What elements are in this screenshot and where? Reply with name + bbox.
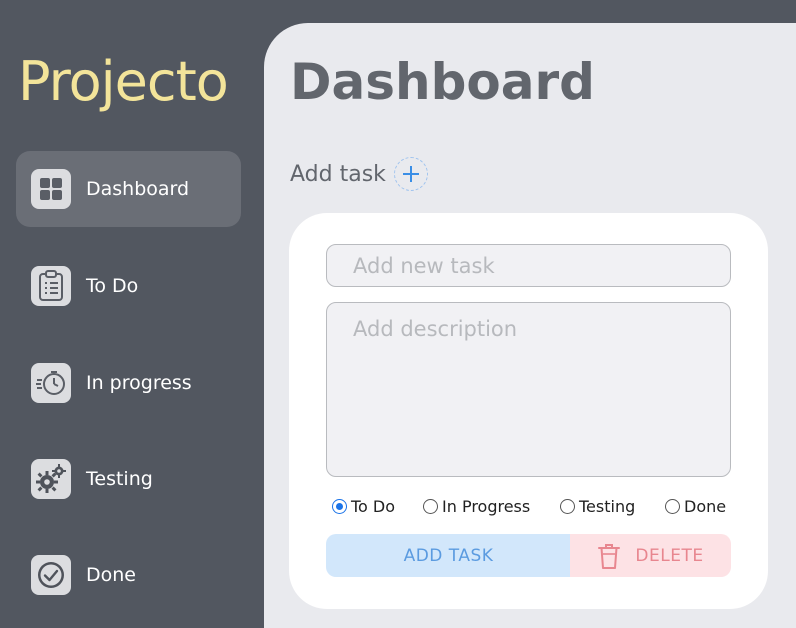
- sidebar-item-testing[interactable]: Testing: [16, 441, 241, 517]
- app-logo: Projecto: [18, 50, 229, 113]
- add-task-submit-button[interactable]: ADD TASK: [326, 534, 571, 577]
- dashboard-grid-icon: [31, 169, 71, 209]
- radio-testing[interactable]: [560, 499, 575, 514]
- delete-button[interactable]: DELETE: [570, 534, 731, 577]
- task-form-card: To Do In Progress Testing Done ADD TASK: [289, 213, 768, 609]
- add-task-button[interactable]: [393, 157, 428, 191]
- plus-icon: [402, 161, 420, 187]
- clipboard-checklist-icon: [31, 266, 71, 306]
- add-task-button-label: ADD TASK: [403, 545, 494, 566]
- radio-label: In Progress: [442, 497, 531, 516]
- status-option-todo[interactable]: To Do: [332, 497, 395, 516]
- page-title: Dashboard: [290, 53, 595, 111]
- radio-label: Testing: [579, 497, 636, 516]
- stopwatch-icon: [31, 363, 71, 403]
- gears-icon: [31, 459, 71, 499]
- trash-icon: [597, 542, 621, 570]
- sidebar-item-label: Done: [86, 564, 136, 586]
- sidebar-item-in-progress[interactable]: In progress: [16, 345, 241, 421]
- status-option-in-progress[interactable]: In Progress: [423, 497, 530, 516]
- sidebar-item-todo[interactable]: To Do: [16, 248, 241, 324]
- sidebar-item-label: To Do: [86, 275, 139, 297]
- sidebar-item-label: Testing: [86, 468, 153, 490]
- sidebar-item-dashboard[interactable]: Dashboard: [16, 151, 241, 227]
- radio-in-progress[interactable]: [423, 499, 438, 514]
- task-description-input[interactable]: [326, 302, 731, 477]
- add-task-label: Add task: [290, 161, 386, 187]
- radio-todo[interactable]: [332, 499, 347, 514]
- sidebar-item-label: Dashboard: [86, 178, 190, 200]
- status-radio-group: To Do In Progress Testing Done: [332, 497, 742, 519]
- task-title-input[interactable]: [326, 244, 731, 287]
- status-option-done[interactable]: Done: [665, 497, 726, 516]
- status-option-testing[interactable]: Testing: [560, 497, 635, 516]
- add-task-row: Add task: [290, 157, 428, 191]
- radio-done[interactable]: [665, 499, 680, 514]
- sidebar: Projecto Dashboard To Do In progress Tes…: [0, 0, 264, 628]
- sidebar-item-label: In progress: [86, 372, 192, 394]
- main-content: Dashboard Add task To Do In Progress: [264, 23, 796, 628]
- sidebar-item-done[interactable]: Done: [16, 537, 241, 613]
- delete-button-label: DELETE: [635, 545, 704, 566]
- check-circle-icon: [31, 555, 71, 595]
- radio-label: To Do: [351, 497, 396, 516]
- radio-label: Done: [684, 497, 727, 516]
